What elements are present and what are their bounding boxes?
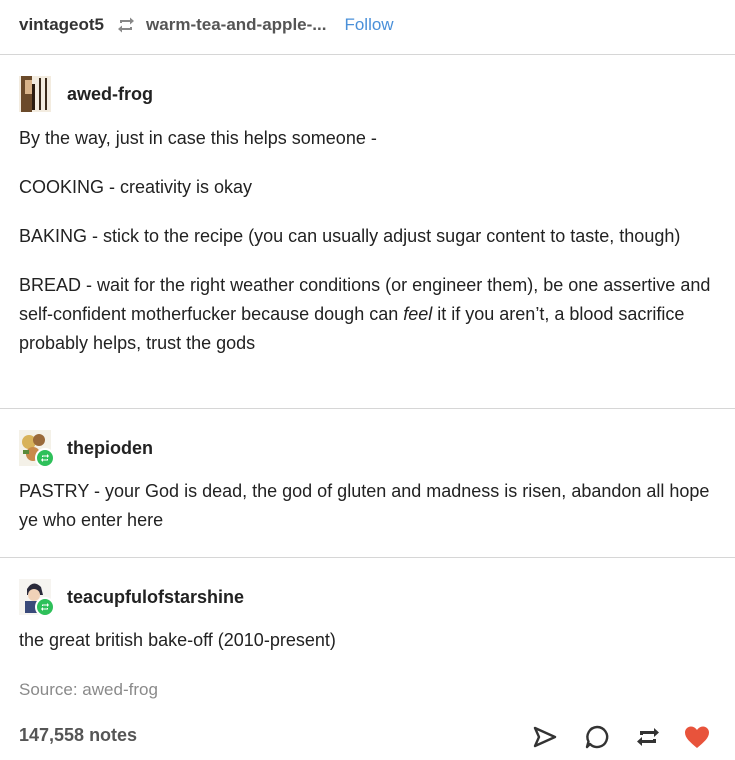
reblog-source-blog[interactable]: warm-tea-and-apple-... xyxy=(146,15,326,35)
heart-icon[interactable] xyxy=(682,722,712,752)
post-block-teacupfulofstarshine: teacupfulofstarshine the great british b… xyxy=(19,577,719,655)
avatar[interactable] xyxy=(19,579,55,617)
reblog-badge-icon xyxy=(35,448,55,468)
notes-count[interactable]: 147,558 notes xyxy=(19,725,137,746)
source-link[interactable]: Source: awed-frog xyxy=(19,680,158,700)
post-block-thepioden: thepioden PASTRY - your God is dead, the… xyxy=(19,428,719,535)
post-header: vintageot5 warm-tea-and-apple-... Follow xyxy=(0,0,735,50)
divider xyxy=(0,54,735,55)
post-text-bread: BREAD - wait for the right weather condi… xyxy=(19,271,719,358)
reply-icon[interactable] xyxy=(582,722,612,752)
divider xyxy=(0,557,735,558)
avatar[interactable] xyxy=(19,430,55,468)
reblog-action-icon[interactable] xyxy=(633,722,663,752)
reblogger-username[interactable]: vintageot5 xyxy=(19,15,104,35)
post-text: PASTRY - your God is dead, the god of gl… xyxy=(19,481,710,530)
post-text: BAKING - stick to the recipe (you can us… xyxy=(19,226,681,246)
avatar[interactable] xyxy=(19,76,51,112)
reblog-badge-icon xyxy=(35,597,55,617)
post-text: COOKING - creativity is okay xyxy=(19,177,253,197)
reblog-icon xyxy=(116,16,136,34)
author-name[interactable]: thepioden xyxy=(67,438,153,459)
post-text: the great british bake-off (2010-present… xyxy=(19,630,336,650)
share-icon[interactable] xyxy=(530,722,560,752)
post-block-awed-frog: awed-frog By the way, just in case this … xyxy=(19,74,719,358)
emphasis-text: feel xyxy=(403,304,433,324)
divider xyxy=(0,408,735,409)
post-text: By the way, just in case this helps some… xyxy=(19,128,377,148)
author-name[interactable]: awed-frog xyxy=(67,84,153,105)
author-name[interactable]: teacupfulofstarshine xyxy=(67,587,244,608)
follow-button[interactable]: Follow xyxy=(344,15,393,35)
